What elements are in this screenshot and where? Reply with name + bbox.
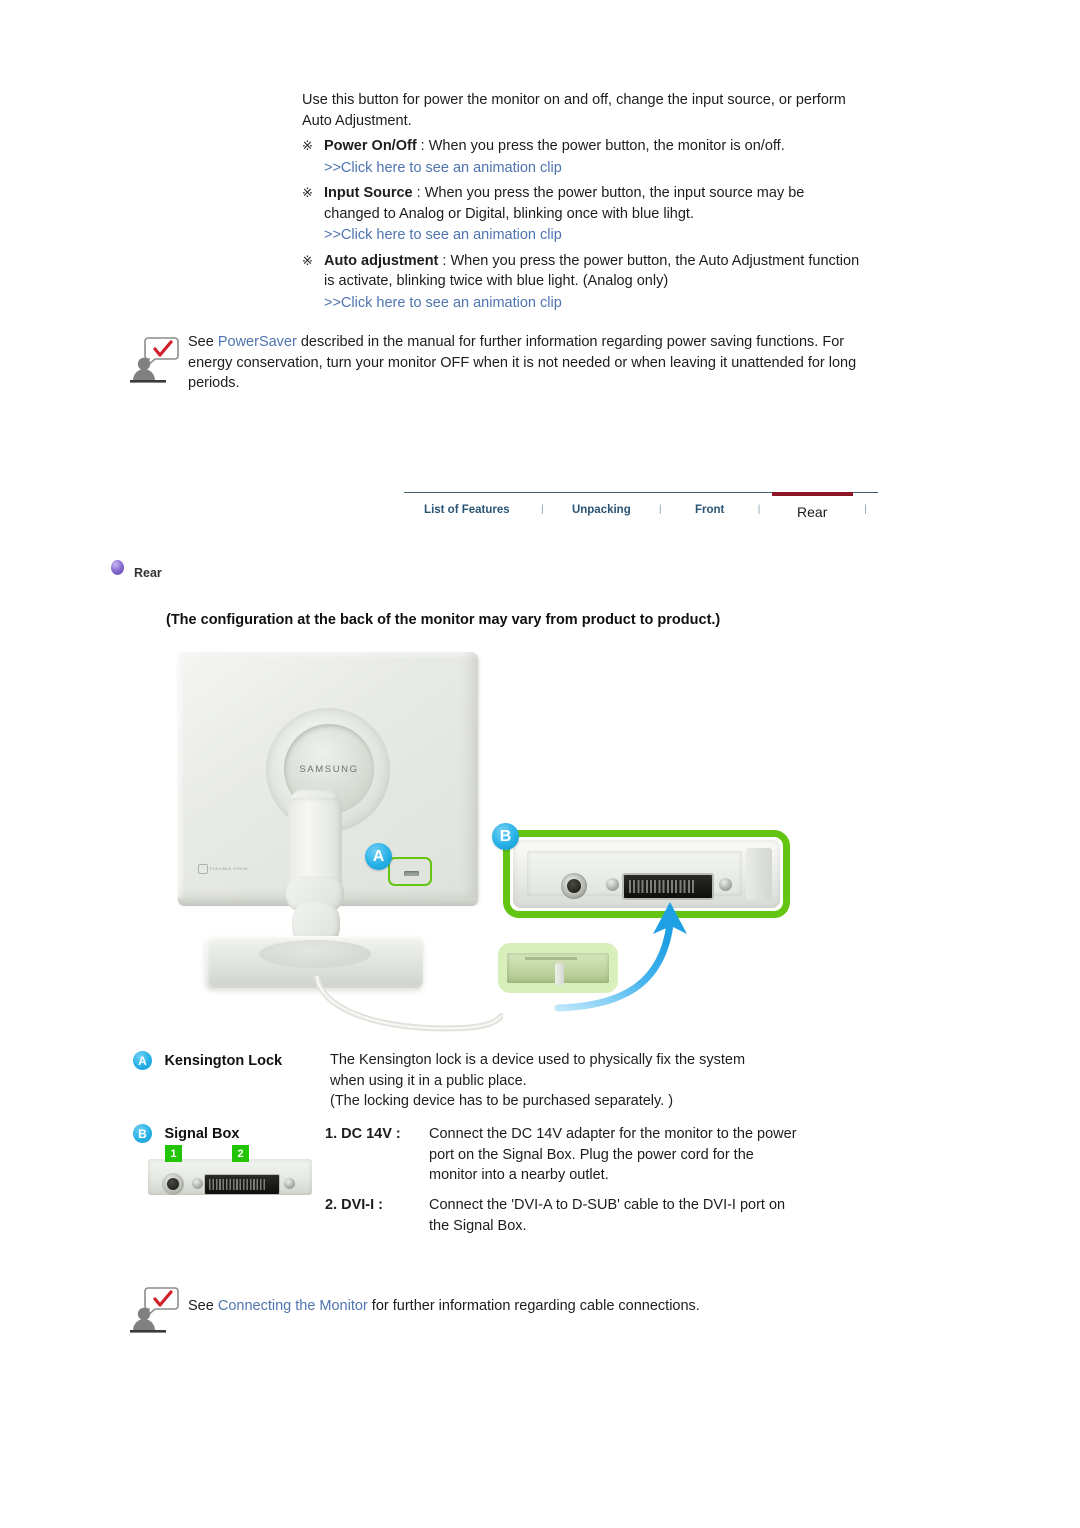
tab-separator: | bbox=[746, 492, 772, 522]
legend-label-kensington-lock: Kensington Lock bbox=[164, 1052, 283, 1069]
connecting-the-monitor-link[interactable]: Connecting the Monitor bbox=[218, 1298, 368, 1314]
bullet-term-power-onoff: Power On/Off bbox=[324, 138, 417, 154]
legend-badge-a: A bbox=[133, 1051, 152, 1070]
legend-text-signal-box-dc: 1. DC 14V : Connect the DC 14V adapter f… bbox=[325, 1124, 875, 1186]
person-speech-check-icon bbox=[128, 334, 180, 386]
entry-number-dvii: 2. DVI-I : bbox=[325, 1197, 384, 1213]
note-powersaver: See PowerSaver described in the manual f… bbox=[128, 332, 858, 394]
note-powersaver-pre: See bbox=[188, 334, 218, 350]
signal-box-thumbnail: 1 2 bbox=[148, 1145, 312, 1200]
tab-unpacking[interactable]: Unpacking bbox=[554, 492, 648, 522]
tab-separator: | bbox=[852, 492, 878, 522]
thumbnail-dc-port bbox=[162, 1173, 184, 1195]
brand-logo: SAMSUNG bbox=[299, 763, 359, 775]
tab-front[interactable]: Front bbox=[672, 492, 747, 522]
legend-line: (The locking device has to be purchased … bbox=[330, 1093, 674, 1109]
tab-separator: | bbox=[647, 492, 673, 522]
thumbnail-dvi-pins bbox=[209, 1179, 265, 1190]
note-connecting-text: See Connecting the Monitor for further i… bbox=[180, 1282, 700, 1317]
reference-mark-icon: ※ bbox=[302, 138, 313, 153]
thumbnail-screw-left bbox=[192, 1178, 203, 1189]
tab-label: Front bbox=[694, 504, 725, 516]
legend-text-signal-box-dvi: 2. DVI-I : Connect the 'DVI-A to D-SUB' … bbox=[325, 1195, 875, 1236]
powersaver-link[interactable]: PowerSaver bbox=[218, 334, 297, 350]
configuration-note: (The configuration at the back of the mo… bbox=[166, 612, 721, 628]
section-tab-navigation: List of Features | Unpacking | Front | R… bbox=[404, 492, 878, 522]
note-connecting-pre: See bbox=[188, 1298, 218, 1314]
animation-clip-link-power-onoff[interactable]: >>Click here to see an animation clip bbox=[302, 158, 862, 179]
hinge-icon bbox=[198, 864, 208, 874]
thumbnail-badge-2: 2 bbox=[232, 1145, 249, 1162]
stand-base-oval bbox=[259, 940, 371, 968]
signal-box-thumbnail-body bbox=[148, 1159, 312, 1195]
power-button-description: Use this button for power the monitor on… bbox=[302, 90, 862, 313]
note-powersaver-text: See PowerSaver described in the manual f… bbox=[180, 332, 858, 394]
bullet-input-source: ※ Input Source : When you press the powe… bbox=[302, 183, 862, 224]
tab-rear[interactable]: Rear bbox=[771, 492, 853, 522]
legend-line: when using it in a public place. bbox=[330, 1072, 527, 1089]
kensington-lock-slot-highlight bbox=[388, 857, 432, 886]
bullet-text-power-onoff: : When you press the power button, the m… bbox=[416, 138, 785, 154]
reference-mark-icon: ※ bbox=[302, 252, 313, 268]
tab-label: Unpacking bbox=[571, 504, 631, 516]
legend-line: Connect the DC 14V adapter for the monit… bbox=[429, 1126, 797, 1142]
purple-sphere-bullet-icon bbox=[111, 560, 124, 575]
bullet-term-input-source: Input Source bbox=[324, 185, 413, 201]
bullet-term-auto-adjustment: Auto adjustment bbox=[324, 252, 439, 269]
legend-line: monitor into a nearby outlet. bbox=[429, 1167, 609, 1183]
stand-base bbox=[205, 936, 423, 988]
tab-list-of-features[interactable]: List of Features bbox=[404, 492, 530, 522]
entry-number-dc14v: 1. DC 14V : bbox=[325, 1126, 401, 1142]
legend-label-signal-box: Signal Box bbox=[164, 1125, 240, 1142]
marker-b: B bbox=[492, 823, 519, 850]
legend-line: the Signal Box. bbox=[429, 1217, 527, 1234]
bullet-auto-adjustment: ※ Auto adjustment : When you press the p… bbox=[302, 251, 862, 292]
note-connecting-post: for further information regarding cable … bbox=[367, 1298, 700, 1314]
thumbnail-screw-right bbox=[284, 1178, 295, 1189]
blue-curved-arrow-icon bbox=[554, 902, 687, 1012]
tab-label: Rear bbox=[797, 504, 828, 520]
reference-mark-icon: ※ bbox=[302, 185, 313, 200]
bullet-power-onoff: ※ Power On/Off : When you press the powe… bbox=[302, 136, 862, 157]
legend-text-kensington-lock: The Kensington lock is a device used to … bbox=[330, 1050, 860, 1112]
legend-signal-box: B Signal Box bbox=[133, 1124, 239, 1143]
note-connecting-monitor: See Connecting the Monitor for further i… bbox=[128, 1282, 858, 1336]
animation-clip-link-input-source[interactable]: >>Click here to see an animation clip bbox=[302, 225, 862, 246]
legend-kensington-lock: A Kensington Lock bbox=[133, 1051, 282, 1070]
flexible-hinge-label: FLEXIBLE HINGE bbox=[198, 864, 260, 880]
legend-line: Connect the 'DVI-A to D-SUB' cable to th… bbox=[429, 1197, 786, 1213]
thumbnail-dvi-port bbox=[204, 1174, 280, 1195]
legend-badge-b: B bbox=[133, 1124, 152, 1143]
section-title: Rear bbox=[134, 566, 162, 580]
legend-line: The Kensington lock is a device used to … bbox=[330, 1052, 746, 1068]
tab-label: List of Features bbox=[424, 504, 510, 516]
person-speech-check-icon bbox=[128, 1284, 180, 1336]
tab-separator: | bbox=[529, 492, 555, 522]
thumbnail-badge-1: 1 bbox=[165, 1145, 182, 1162]
legend-line: port on the Signal Box. Plug the power c… bbox=[429, 1146, 754, 1163]
animation-clip-link-auto-adjustment[interactable]: >>Click here to see an animation clip bbox=[302, 293, 862, 314]
description-lead: Use this button for power the monitor on… bbox=[302, 92, 846, 129]
rear-figure: SAMSUNG FLEXIBLE HINGE A B bbox=[120, 640, 940, 1032]
marker-a: A bbox=[365, 843, 392, 870]
